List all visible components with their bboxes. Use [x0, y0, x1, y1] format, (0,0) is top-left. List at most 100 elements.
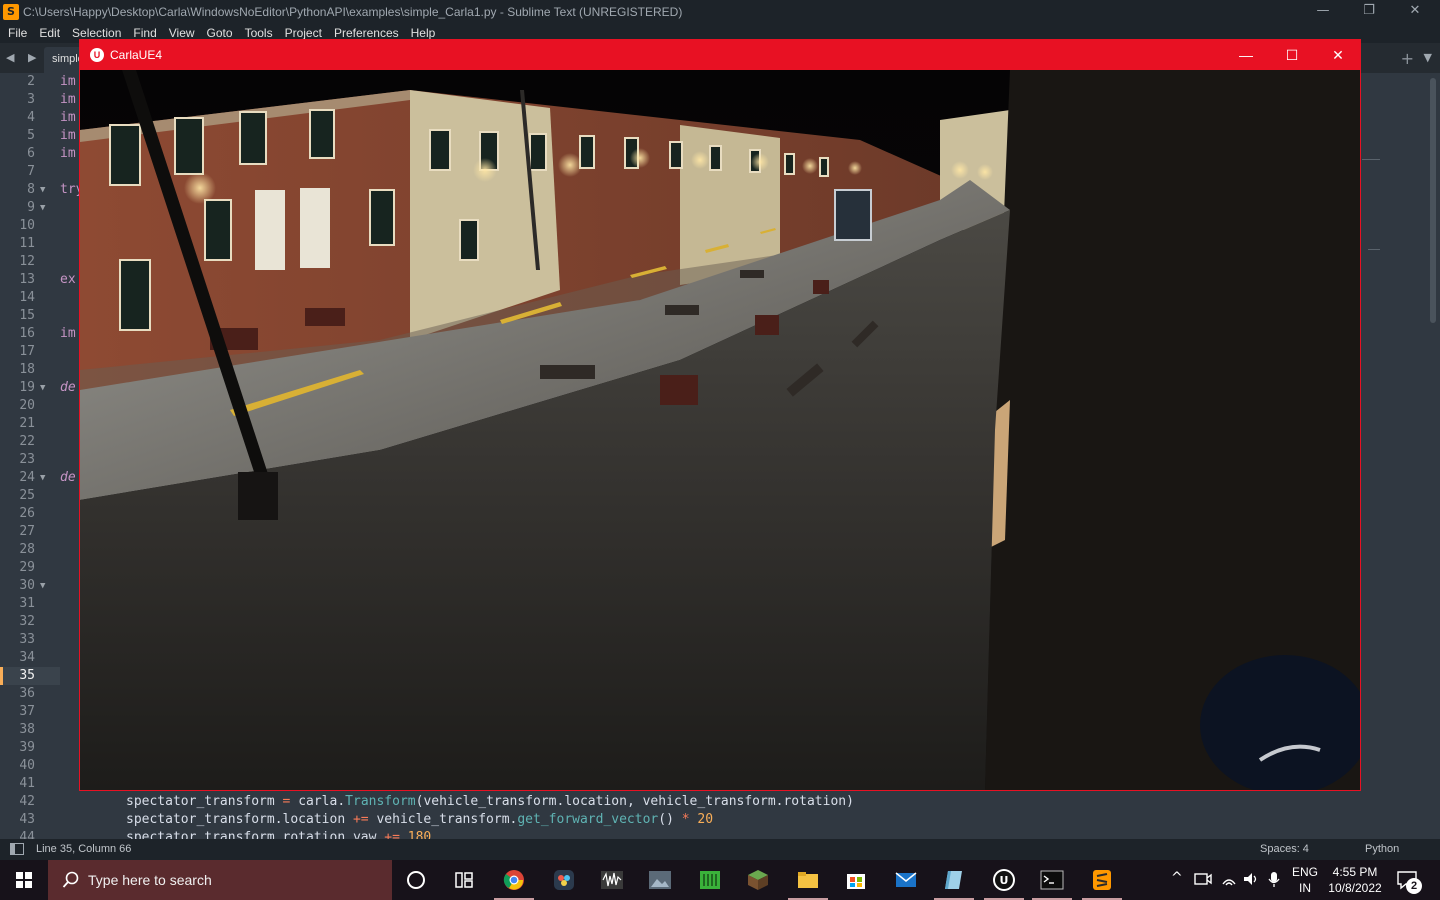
- taskbar-app-chrome[interactable]: [490, 860, 538, 900]
- taskbar-app-cortana[interactable]: [392, 860, 440, 900]
- taskbar-app-mail[interactable]: [882, 860, 930, 900]
- code-line[interactable]: spectator_transform = carla.Transform(ve…: [126, 793, 854, 811]
- code-keyword-fragment: de: [60, 380, 76, 395]
- syntax-selector[interactable]: Python: [1365, 843, 1399, 855]
- fold-toggle-icon[interactable]: ▼: [40, 181, 45, 199]
- taskbar-app-audio-editor[interactable]: [588, 860, 636, 900]
- code-token: +=: [352, 812, 369, 827]
- line-number: 21: [19, 416, 35, 431]
- tab-nav-arrows-icon[interactable]: ◀ ▶: [6, 51, 41, 64]
- gutter-line: 20: [0, 397, 60, 415]
- line-number: 41: [19, 776, 35, 791]
- code-line[interactable]: spectator_transform.rotation.yaw += 180: [126, 829, 431, 839]
- line-number: 35: [19, 668, 35, 683]
- language-indicator[interactable]: ENG IN: [1292, 864, 1318, 896]
- scrollbar-thumb[interactable]: [1430, 78, 1436, 323]
- fold-toggle-icon[interactable]: ▼: [40, 199, 45, 217]
- search-box[interactable]: Type here to search: [48, 860, 392, 900]
- gutter-line: 44: [0, 829, 60, 839]
- line-number: 7: [27, 164, 35, 179]
- gutter-line: 16: [0, 325, 60, 343]
- taskbar-app-unreal-engine[interactable]: U: [980, 860, 1028, 900]
- wifi-icon[interactable]: [1220, 870, 1238, 888]
- gutter-line: 31: [0, 595, 60, 613]
- gutter-line: 30 ▼: [0, 577, 60, 595]
- microphone-icon[interactable]: [1266, 870, 1282, 888]
- menu-file[interactable]: File: [2, 23, 33, 43]
- line-number: 11: [19, 236, 35, 251]
- code-keyword-fragment: im: [60, 92, 76, 107]
- clock[interactable]: 4:55 PM 10/8/2022: [1326, 864, 1384, 896]
- taskbar-app-task-view[interactable]: [440, 860, 488, 900]
- gutter-line: 6: [0, 145, 60, 163]
- minimap-marker: [1368, 249, 1380, 250]
- notification-count-badge: 2: [1406, 878, 1422, 894]
- line-number: 42: [19, 794, 35, 809]
- carla-simulation-viewport[interactable]: [80, 70, 1360, 790]
- line-number: 12: [19, 254, 35, 269]
- carla-minimize-button[interactable]: —: [1223, 40, 1269, 70]
- show-hidden-icons-caret-icon[interactable]: ^: [1171, 870, 1183, 886]
- gutter-line: 41: [0, 775, 60, 793]
- code-keyword-fragment: im: [60, 326, 76, 341]
- gutter-line: 36: [0, 685, 60, 703]
- line-number: 27: [19, 524, 35, 539]
- code-token: carla.: [290, 794, 346, 809]
- fold-toggle-icon[interactable]: ▼: [40, 577, 45, 595]
- gutter-line: 37: [0, 703, 60, 721]
- carla-close-button[interactable]: ✕: [1315, 40, 1361, 70]
- line-number: 38: [19, 722, 35, 737]
- close-button[interactable]: ✕: [1392, 0, 1438, 23]
- code-keyword-fragment: im: [60, 128, 76, 143]
- taskbar-app-davinci-resolve[interactable]: [540, 860, 588, 900]
- side-panel-toggle-icon[interactable]: [10, 843, 24, 855]
- carla-titlebar[interactable]: U CarlaUE4 — ☐ ✕: [80, 40, 1360, 70]
- taskbar-app-terminal[interactable]: [1028, 860, 1076, 900]
- fold-toggle-icon[interactable]: ▼: [40, 469, 45, 487]
- minimize-button[interactable]: —: [1300, 0, 1346, 23]
- code-token: spectator_transform: [126, 794, 283, 809]
- line-number: 32: [19, 614, 35, 629]
- line-number: 22: [19, 434, 35, 449]
- meet-now-icon[interactable]: [1194, 870, 1212, 888]
- taskbar-app-microsoft-store[interactable]: [832, 860, 880, 900]
- line-number: 6: [27, 146, 35, 161]
- code-line[interactable]: spectator_transform.location += vehicle_…: [126, 811, 713, 829]
- code-token: (): [658, 812, 682, 827]
- taskbar-app-minecraft[interactable]: [734, 860, 782, 900]
- gutter-line: 29: [0, 559, 60, 577]
- line-number: 5: [27, 128, 35, 143]
- audio-editor-icon: [601, 871, 623, 889]
- minimap-marker: [1362, 159, 1380, 160]
- indentation-setting[interactable]: Spaces: 4: [1260, 843, 1309, 855]
- gutter-line: 38: [0, 721, 60, 739]
- taskbar-app-photos[interactable]: [636, 860, 684, 900]
- taskbar-app-sublime-text[interactable]: [1078, 860, 1126, 900]
- davinci-resolve-icon: [554, 870, 574, 890]
- line-number: 10: [19, 218, 35, 233]
- cursor-position[interactable]: Line 35, Column 66: [36, 843, 131, 855]
- sublime-titlebar: S C:\Users\Happy\Desktop\Carla\WindowsNo…: [0, 0, 1440, 23]
- taskbar-app-green-app[interactable]: [686, 860, 734, 900]
- line-number: 44: [19, 830, 35, 839]
- restore-button[interactable]: ❐: [1346, 0, 1392, 23]
- new-tab-icon[interactable]: +: [1401, 49, 1414, 68]
- taskbar-app-file-explorer[interactable]: [784, 860, 832, 900]
- code-keyword-fragment: ex: [60, 272, 76, 287]
- line-number: 9: [27, 200, 35, 215]
- line-number: 40: [19, 758, 35, 773]
- code-token: (vehicle_transform.location, vehicle_tra…: [415, 794, 854, 809]
- fold-toggle-icon[interactable]: ▼: [40, 379, 45, 397]
- code-token: Transform: [345, 794, 416, 809]
- volume-icon[interactable]: [1242, 870, 1260, 888]
- line-number: 25: [19, 488, 35, 503]
- menu-edit[interactable]: Edit: [33, 23, 66, 43]
- tab-list-chevron-icon[interactable]: ▼: [1424, 51, 1432, 64]
- gutter-line: 22: [0, 433, 60, 451]
- start-button[interactable]: [0, 860, 48, 900]
- line-number: 29: [19, 560, 35, 575]
- carla-maximize-button[interactable]: ☐: [1269, 40, 1315, 70]
- taskbar-app-notepad[interactable]: [930, 860, 978, 900]
- unreal-engine-icon: U: [993, 869, 1015, 891]
- search-icon: [62, 871, 79, 888]
